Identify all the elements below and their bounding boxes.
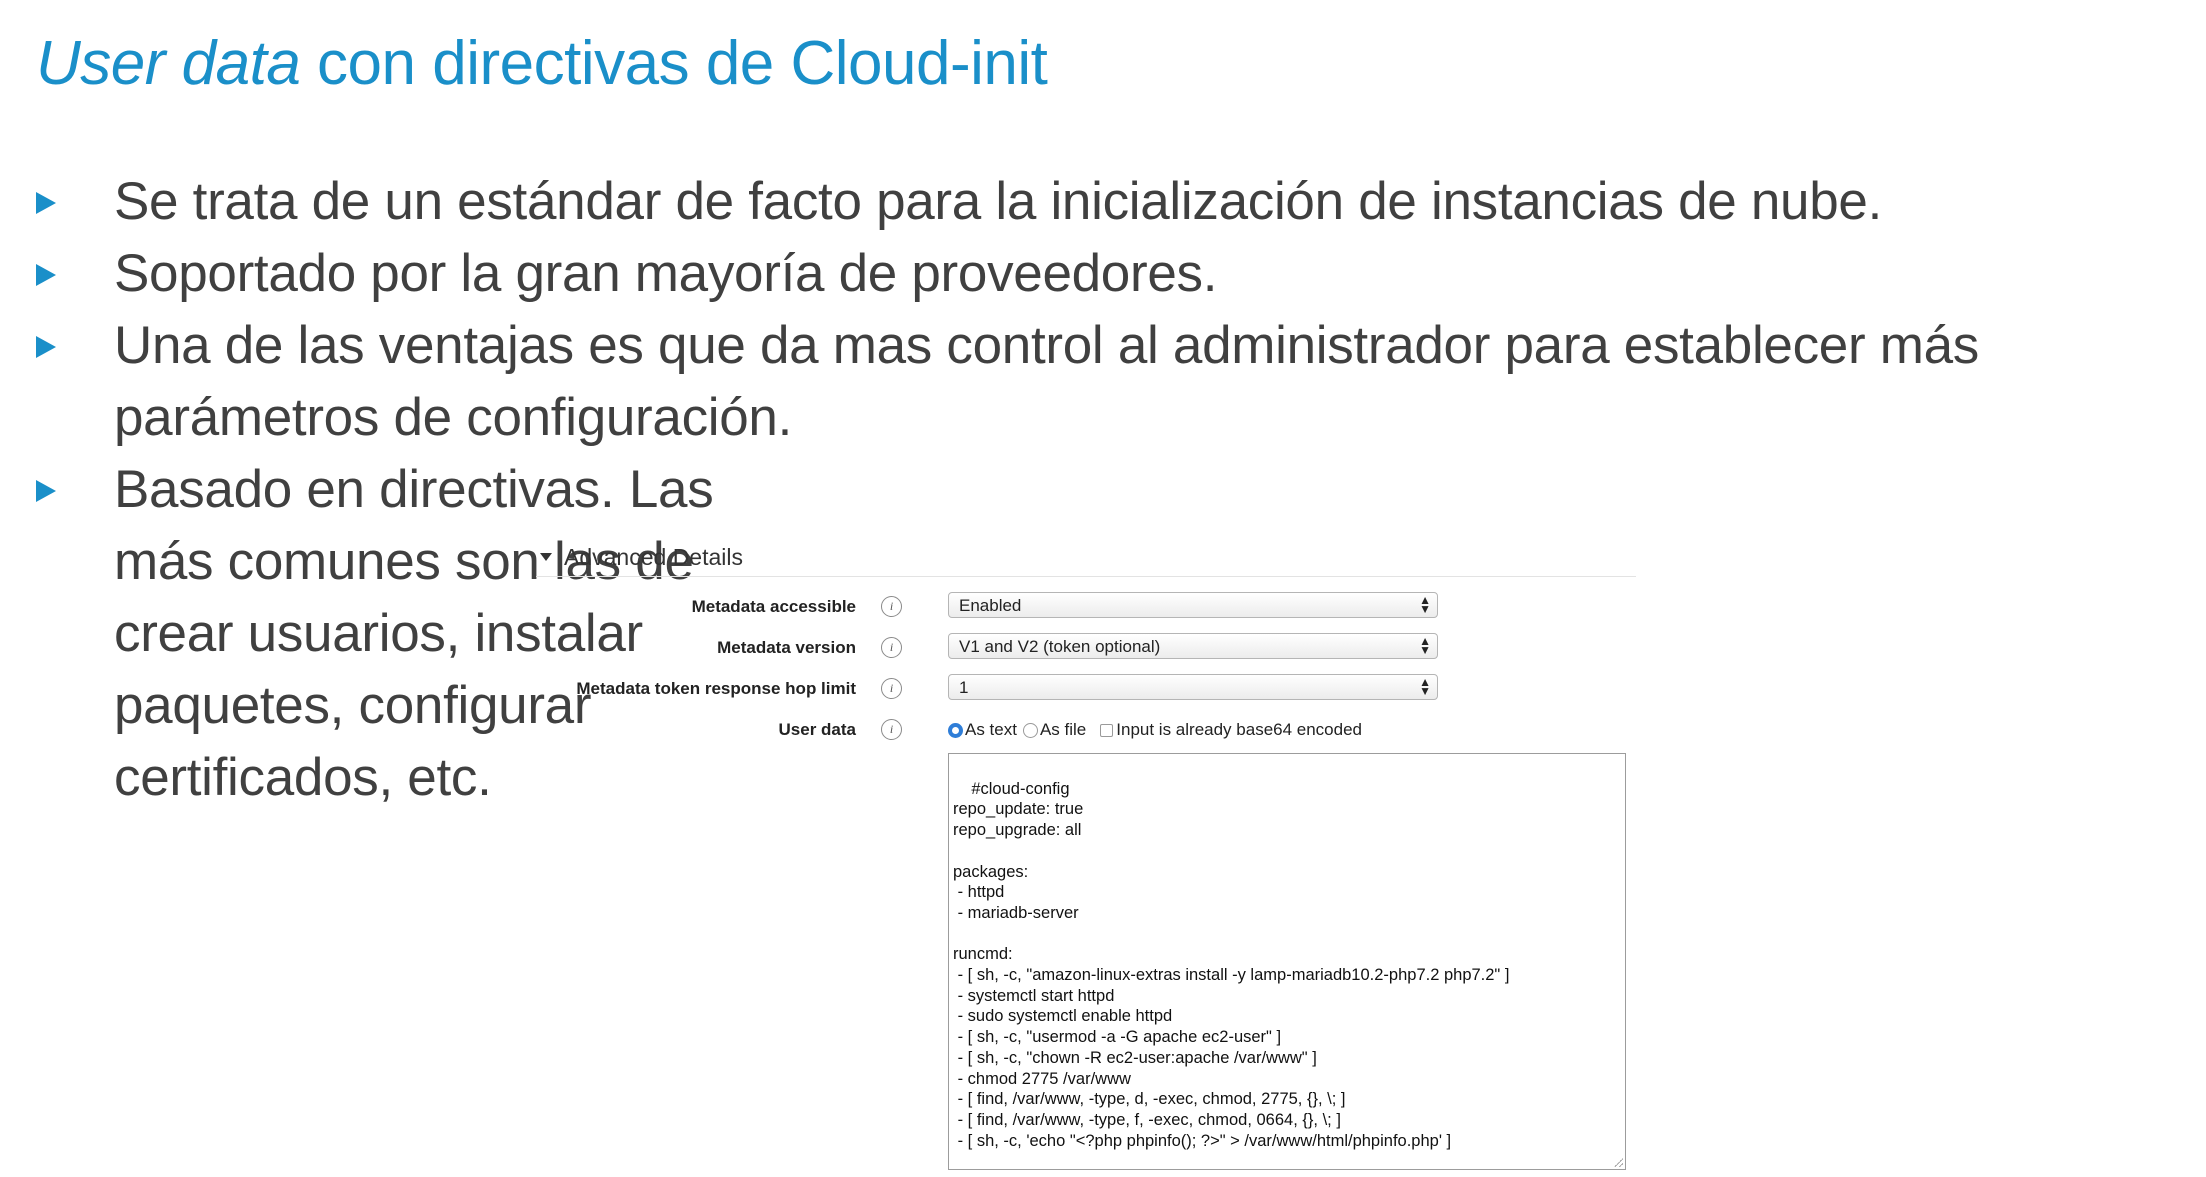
- hop-limit-row: Metadata token response hop limit i 1 ▲ ▼: [536, 674, 1636, 704]
- bullet-arrow-icon: [36, 480, 56, 502]
- hop-limit-label: Metadata token response hop limit: [576, 679, 856, 698]
- metadata-accessible-label: Metadata accessible: [691, 597, 856, 616]
- user-data-textarea[interactable]: #cloud-config repo_update: true repo_upg…: [948, 753, 1626, 1170]
- as-file-radio[interactable]: [1022, 722, 1038, 738]
- metadata-accessible-value: Enabled: [959, 596, 1022, 615]
- caret-down-icon: [540, 553, 552, 561]
- resize-handle[interactable]: [1613, 1157, 1623, 1167]
- info-icon[interactable]: i: [881, 678, 902, 699]
- info-icon[interactable]: i: [881, 637, 902, 658]
- as-file-label[interactable]: As file: [1040, 720, 1086, 740]
- metadata-version-value: V1 and V2 (token optional): [959, 637, 1161, 656]
- metadata-accessible-select[interactable]: Enabled ▲ ▼: [948, 592, 1438, 618]
- as-text-label[interactable]: As text: [965, 720, 1017, 740]
- hop-limit-select[interactable]: 1 ▲ ▼: [948, 674, 1438, 700]
- bullet-item: Una de las ventajas es que da mas contro…: [36, 310, 2196, 454]
- bullet-item: Se trata de un estándar de facto para la…: [36, 166, 2196, 238]
- advanced-details-title: Advanced Details: [564, 543, 743, 570]
- slide-title-rest: con directivas de Cloud-init: [300, 29, 1048, 98]
- bullet-arrow-icon: [36, 192, 56, 214]
- metadata-version-label: Metadata version: [717, 638, 856, 657]
- select-arrows-icon: ▲ ▼: [1419, 634, 1431, 657]
- bullet-arrow-icon: [36, 264, 56, 286]
- info-icon[interactable]: i: [881, 719, 902, 740]
- bullet-item: Soportado por la gran mayoría de proveed…: [36, 238, 2196, 310]
- advanced-details-header[interactable]: Advanced Details: [536, 538, 1636, 577]
- user-data-options: As text As file Input is already base64 …: [948, 715, 1362, 745]
- base64-label[interactable]: Input is already base64 encoded: [1116, 720, 1362, 740]
- select-arrows-icon: ▲ ▼: [1419, 593, 1431, 616]
- metadata-accessible-row: Metadata accessible i Enabled ▲ ▼: [536, 592, 1636, 622]
- user-data-label: User data: [778, 720, 856, 739]
- as-text-radio[interactable]: [948, 722, 963, 738]
- bullet-text: Soportado por la gran mayoría de proveed…: [114, 244, 1218, 303]
- slide-title: User data con directivas de Cloud-init: [36, 28, 1048, 99]
- bullet-arrow-icon: [36, 336, 56, 358]
- bullet-text: Una de las ventajas es que da mas contro…: [114, 316, 1979, 447]
- bullet-text: Se trata de un estándar de facto para la…: [114, 172, 1882, 231]
- slide-title-emphasis: User data: [36, 29, 301, 98]
- metadata-version-select[interactable]: V1 and V2 (token optional) ▲ ▼: [948, 633, 1438, 659]
- user-data-content: #cloud-config repo_update: true repo_upg…: [953, 779, 1510, 1150]
- base64-checkbox[interactable]: [1100, 723, 1114, 737]
- metadata-version-row: Metadata version i V1 and V2 (token opti…: [536, 633, 1636, 663]
- user-data-row: User data i As text As file Input is alr…: [536, 715, 1636, 745]
- info-icon[interactable]: i: [881, 596, 902, 617]
- hop-limit-value: 1: [959, 678, 969, 697]
- select-arrows-icon: ▲ ▼: [1419, 675, 1431, 698]
- advanced-details-panel: Advanced Details Metadata accessible i E…: [536, 538, 1636, 1170]
